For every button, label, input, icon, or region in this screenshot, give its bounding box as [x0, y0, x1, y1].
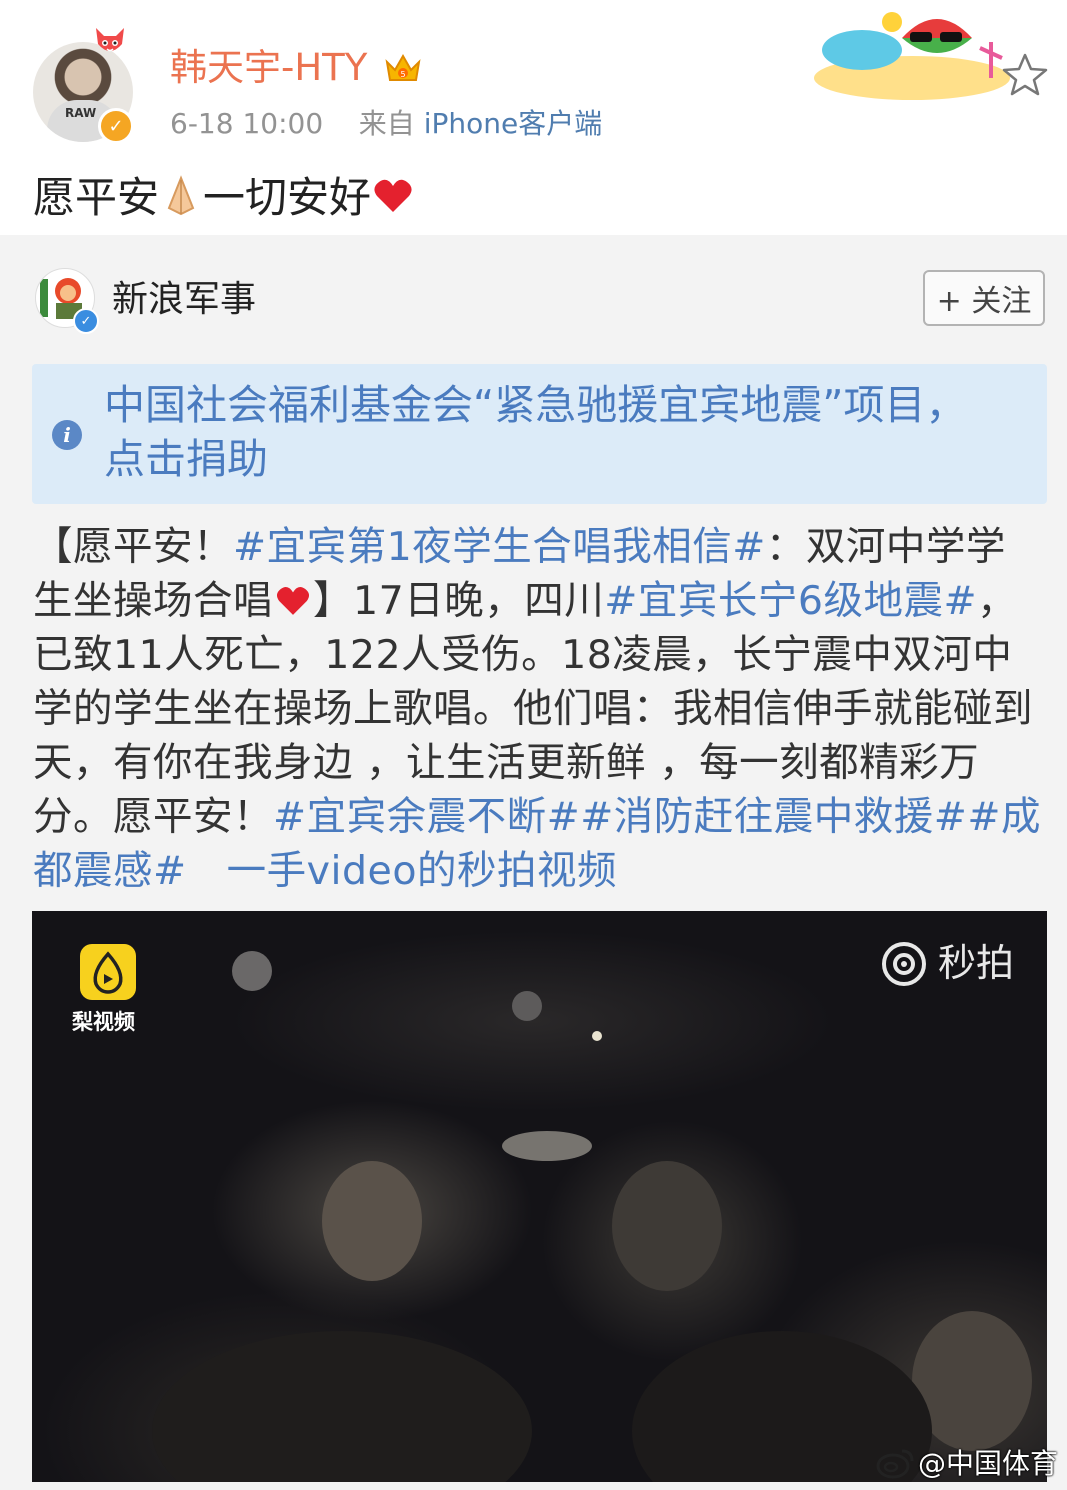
- username[interactable]: 韩天宇-HTY: [170, 44, 367, 92]
- video-player[interactable]: [32, 911, 1047, 1482]
- post-text: 愿平安 一切安好: [33, 168, 415, 228]
- weibo-logo-icon: [876, 1449, 914, 1479]
- fox-badge-icon: [96, 28, 124, 52]
- post-source-prefix: 来自: [358, 107, 415, 140]
- watermelon-sunglasses-sticker-icon: [814, 12, 1010, 100]
- crowd-figure: [152, 1331, 532, 1482]
- source-verified-icon: ✓: [73, 308, 99, 334]
- crowd-figure: [502, 1131, 592, 1161]
- hashtag-link[interactable]: #消防赶往震中救援#: [580, 794, 967, 840]
- red-heart-icon: [374, 179, 412, 212]
- info-icon: i: [52, 420, 82, 450]
- post-meta: 6-18 10:00 来自 iPhone客户端: [170, 104, 602, 144]
- red-heart-icon: [276, 586, 310, 615]
- crowd-figure: [322, 1161, 422, 1281]
- hashtag-link[interactable]: #宜宾长宁6级地震#: [604, 578, 977, 624]
- miaopai-logo-icon: [882, 942, 926, 986]
- crowd-figure: [232, 951, 272, 991]
- crowd-figure: [512, 991, 542, 1021]
- hashtag-link[interactable]: #宜宾第1夜学生合唱我相信#: [233, 524, 766, 570]
- miaopai-label: 秒拍: [938, 941, 1015, 985]
- avatar-shirt-print: RAW: [65, 106, 97, 120]
- pear-video-logo-icon: [80, 944, 136, 1000]
- repost-body-text: 【愿平安！#宜宾第1夜学生合唱我相信#：双河中学学生坐操场合唱 】17日晚，四川#…: [33, 524, 1042, 894]
- svg-text:5: 5: [400, 70, 405, 79]
- watermark-text: @中国体育: [918, 1447, 1059, 1480]
- post-time: 6-18 10:00: [170, 107, 324, 140]
- donation-notice-text[interactable]: 中国社会福利基金会“紧急驰援宜宾地震”项目，点击捐助: [104, 378, 1004, 486]
- light-spot: [592, 1031, 602, 1041]
- favorite-star-icon[interactable]: [1002, 52, 1048, 96]
- post-source-link[interactable]: iPhone客户端: [424, 107, 603, 140]
- follow-button[interactable]: + 关注: [923, 270, 1045, 326]
- verified-badge-icon: ✓: [98, 108, 134, 144]
- pear-video-label: 梨视频: [72, 1010, 135, 1034]
- hashtag-link[interactable]: #宜宾余震不断#: [273, 794, 580, 840]
- video-link[interactable]: 一手video的秒拍视频: [227, 848, 617, 894]
- source-name[interactable]: 新浪军事: [112, 276, 256, 324]
- vip-crown-icon[interactable]: 5: [383, 48, 423, 88]
- praying-hands-icon: [167, 175, 195, 216]
- crowd-figure: [612, 1161, 722, 1291]
